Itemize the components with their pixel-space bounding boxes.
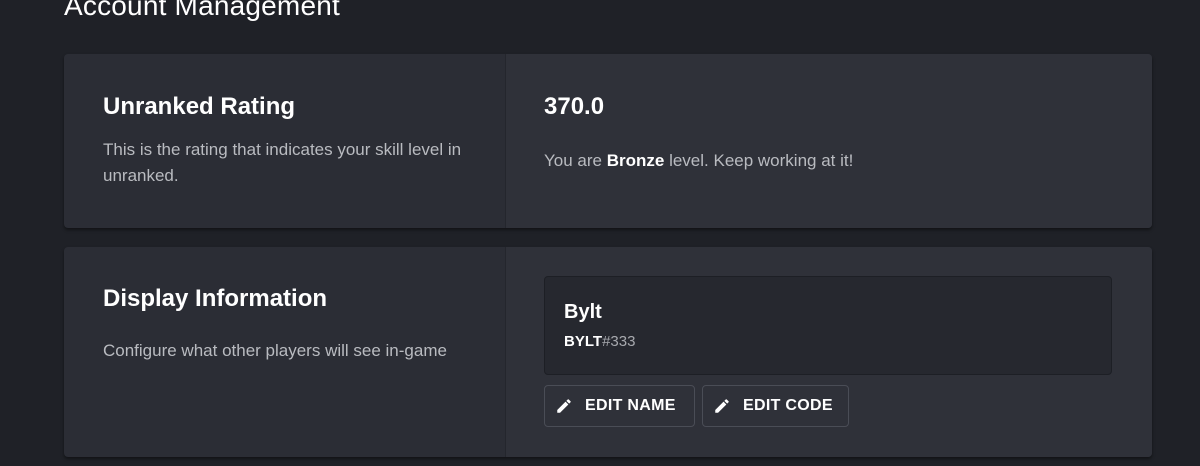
rating-status-suffix: level. Keep working at it!	[664, 151, 854, 170]
rating-card-content: 370.0 You are Bronze level. Keep working…	[506, 54, 1152, 228]
profile-tag: BYLT#333	[564, 333, 635, 350]
profile-tag-code: #333	[602, 333, 636, 350]
rating-status-prefix: You are	[544, 151, 607, 170]
rating-card-title: Unranked Rating	[103, 93, 296, 120]
edit-code-label: EDIT CODE	[743, 397, 833, 414]
edit-name-button[interactable]: EDIT NAME	[544, 385, 695, 427]
rating-card-description: This is the rating that indicates your s…	[103, 140, 462, 185]
rating-value: 370.0	[544, 93, 605, 120]
unranked-rating-card: Unranked Rating This is the rating that …	[64, 54, 1152, 228]
pencil-icon	[715, 399, 729, 413]
rating-status-text: You are Bronze level. Keep working at it…	[544, 150, 853, 172]
rating-card-info: Unranked Rating This is the rating that …	[64, 54, 506, 228]
profile-name: Bylt	[564, 301, 602, 323]
display-card-title: Display Information	[103, 285, 328, 312]
profile-tag-name: BYLT	[564, 333, 603, 350]
rating-level: Bronze	[606, 151, 665, 170]
display-card-info: Display Information Configure what other…	[64, 247, 506, 457]
pencil-icon	[557, 399, 571, 413]
display-card-content: Bylt BYLT#333 EDIT NAME EDIT CODE	[506, 247, 1152, 457]
edit-name-label: EDIT NAME	[585, 397, 676, 414]
profile-preview: Bylt BYLT#333	[544, 276, 1112, 375]
edit-code-button[interactable]: EDIT CODE	[702, 385, 849, 427]
page-title: Account Management	[64, 0, 340, 21]
display-card-description: Configure what other players will see in…	[103, 341, 447, 360]
display-information-card: Display Information Configure what other…	[64, 247, 1152, 457]
